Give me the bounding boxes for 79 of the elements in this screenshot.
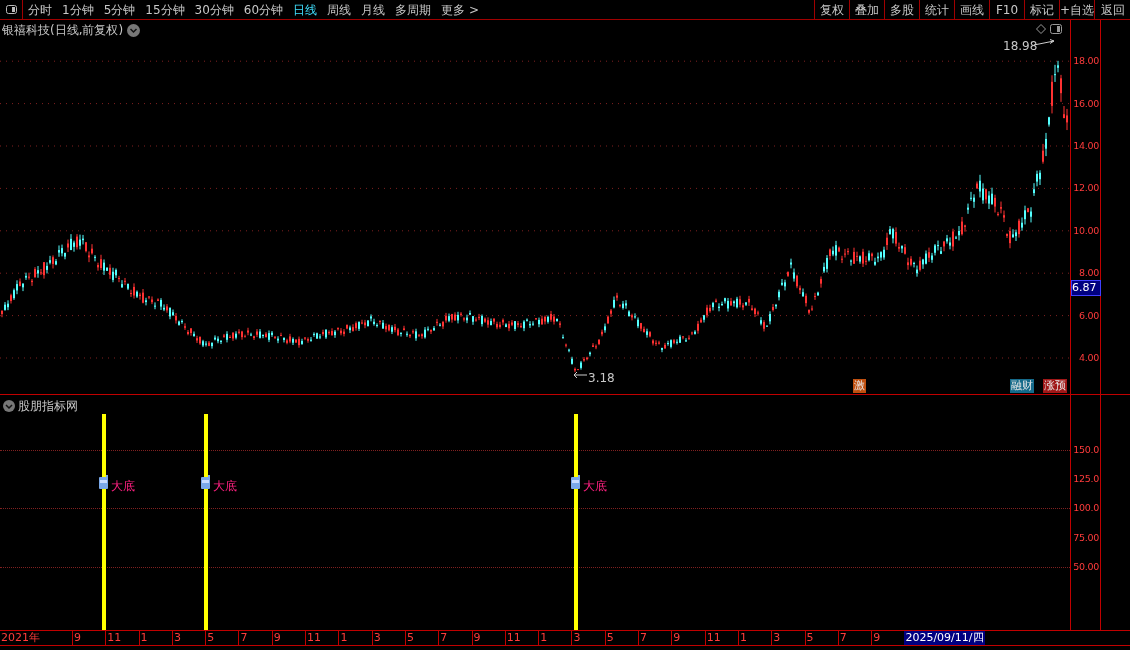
period-tab[interactable]: 周线 — [322, 0, 357, 19]
indicator-axis-label: 125.0 — [1073, 472, 1099, 486]
high-price-label: 18.98 — [1003, 38, 1038, 55]
period-tab[interactable]: 15分钟 — [140, 0, 190, 19]
signal-badge: 激 — [853, 379, 866, 393]
period-tab[interactable]: 1分钟 — [57, 0, 99, 19]
date-axis-label: 1 — [338, 631, 372, 645]
date-axis-label: 7 — [238, 631, 272, 645]
date-axis-label: 5 — [404, 631, 439, 645]
current-price-label: 6.87 — [1071, 280, 1101, 296]
signal-label: 大底 — [111, 478, 135, 495]
indicator-axis-label: 75.00 — [1073, 531, 1099, 545]
toolbar-button[interactable]: 画线 — [955, 0, 990, 19]
date-axis-label: 3 — [571, 631, 605, 645]
date-axis-label: 11 — [504, 631, 539, 645]
date-axis-label: 11 — [105, 631, 139, 645]
arrow-icon — [573, 370, 587, 378]
price-axis-label: 18.00 — [1073, 54, 1099, 69]
price-axis-label: 16.00 — [1073, 96, 1099, 111]
date-axis-label: 3 — [371, 631, 405, 645]
signal-marker-icon — [201, 475, 211, 490]
panel-icon — [5, 5, 17, 14]
price-axis-label: 10.00 — [1073, 223, 1099, 238]
dropdown-icon[interactable] — [3, 400, 15, 412]
period-tab[interactable]: 月线 — [356, 0, 391, 19]
chart-title: 银禧科技(日线,前复权) — [2, 22, 124, 39]
toolbar-button[interactable]: 复权 — [815, 0, 850, 19]
date-axis-label: 2021年 — [0, 631, 41, 645]
date-axis-label: 5 — [804, 631, 838, 645]
date-axis-label: 1 — [538, 631, 572, 645]
date-axis-label: 5 — [205, 631, 239, 645]
indicator-axis-label: 50.00 — [1073, 560, 1099, 574]
date-axis-label: 11 — [305, 631, 339, 645]
current-date-label: 2025/09/11/四 — [904, 631, 985, 645]
date-axis-label: 7 — [438, 631, 472, 645]
period-tab[interactable]: 日线 — [288, 0, 323, 19]
signal-marker-icon — [571, 475, 581, 490]
dropdown-icon[interactable] — [127, 23, 141, 37]
price-axis-label: 8.00 — [1079, 266, 1099, 281]
period-tab[interactable]: 30分钟 — [189, 0, 239, 19]
period-tab[interactable]: 多周期 — [390, 0, 437, 19]
signal-label: 大底 — [213, 478, 237, 495]
price-axis-label: 14.00 — [1073, 139, 1099, 153]
price-axis-label: 4.00 — [1079, 351, 1099, 365]
toolbar-button[interactable]: 多股 — [885, 0, 920, 19]
date-axis-label: 3 — [171, 631, 206, 645]
signal-badge: 涨预 — [1043, 379, 1067, 393]
indicator-title: 股朋指标网 — [18, 398, 78, 415]
date-axis-label: 3 — [771, 631, 805, 645]
low-price-label: 3.18 — [588, 370, 615, 387]
period-tab[interactable]: 60分钟 — [238, 0, 289, 19]
signal-badge: 融财 — [1010, 379, 1034, 393]
date-axis-label: 1 — [737, 631, 772, 645]
date-axis-label: 9 — [471, 631, 505, 645]
toolbar-button[interactable]: 返回 — [1095, 0, 1130, 19]
signal-label: 大底 — [583, 478, 607, 495]
date-axis-label: 7 — [638, 631, 672, 645]
toolbar-button[interactable]: F10 — [990, 0, 1025, 19]
date-axis-label: 11 — [704, 631, 738, 645]
period-tab[interactable]: 5分钟 — [98, 0, 141, 19]
toolbar-button[interactable]: 统计 — [920, 0, 955, 19]
date-axis-label: 1 — [138, 631, 172, 645]
price-axis-label: 12.00 — [1073, 181, 1099, 196]
signal-marker-icon — [99, 475, 109, 490]
period-tab[interactable]: 分时 — [23, 0, 57, 19]
date-axis-label: 9 — [72, 631, 106, 645]
toolbar-button[interactable]: 叠加 — [850, 0, 885, 19]
diamond-icon[interactable] — [1036, 24, 1046, 34]
indicator-axis-label: 100.0 — [1073, 501, 1099, 515]
date-axis-label: 9 — [671, 631, 705, 645]
price-axis-label: 6.00 — [1079, 308, 1099, 323]
panel-icon[interactable] — [1050, 24, 1062, 34]
date-axis-label: 9 — [271, 631, 306, 645]
indicator-axis-label: 150.0 — [1073, 443, 1099, 457]
period-tab[interactable]: 更多 > — [436, 0, 484, 19]
date-axis-label: 5 — [604, 631, 639, 645]
toolbar-button[interactable]: +自选 — [1060, 0, 1095, 19]
date-axis-label: 7 — [837, 631, 872, 645]
toolbar-button[interactable]: 标记 — [1025, 0, 1060, 19]
